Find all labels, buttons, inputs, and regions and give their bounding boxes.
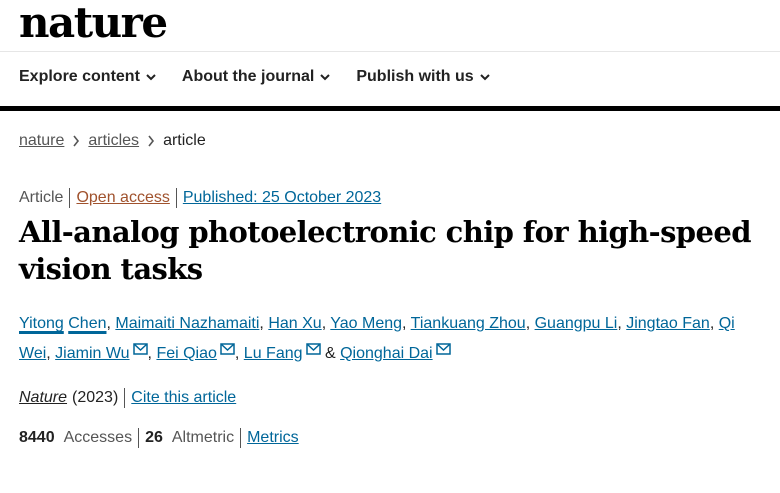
author-link[interactable]: Jingtao Fan bbox=[626, 315, 710, 332]
accesses-count: 8440 bbox=[19, 429, 55, 446]
altmetric-label: Altmetric bbox=[171, 429, 235, 446]
nav-item-label: About the journal bbox=[181, 68, 315, 85]
article-meta: Article Open access Published: 25 Octobe… bbox=[19, 188, 381, 208]
author-link[interactable]: Qionghai Dai bbox=[340, 345, 433, 362]
breadcrumb-current: article bbox=[163, 132, 206, 149]
metrics-link[interactable]: Metrics bbox=[247, 429, 299, 447]
main-nav: Explore content About the journal Publis… bbox=[19, 68, 490, 86]
nav-about-the-journal[interactable]: About the journal bbox=[181, 68, 331, 86]
author-link[interactable]: Yao Meng bbox=[330, 315, 402, 332]
author-list: Yitong Chen, Maimaiti Nazhamaiti, Han Xu… bbox=[19, 315, 735, 362]
author-link[interactable]: Maimaiti Nazhamaiti bbox=[115, 315, 259, 332]
nav-explore-content[interactable]: Explore content bbox=[19, 68, 156, 86]
meta-divider bbox=[240, 428, 242, 448]
meta-divider bbox=[138, 428, 140, 448]
open-access-link[interactable]: Open access bbox=[76, 189, 169, 207]
nav-item-label: Explore content bbox=[19, 68, 140, 85]
journal-year: (2023) bbox=[72, 389, 119, 406]
chevron-down-icon bbox=[320, 74, 331, 81]
journal-info: Nature (2023) Cite this article bbox=[19, 388, 236, 408]
nav-item-label: Publish with us bbox=[356, 68, 474, 85]
journal-name-link[interactable]: Nature bbox=[19, 389, 67, 407]
chevron-right-icon bbox=[148, 135, 155, 147]
author-link[interactable]: Han Xu bbox=[268, 315, 321, 332]
envelope-icon[interactable] bbox=[435, 343, 451, 355]
nature-logo[interactable]: nature bbox=[19, 0, 168, 46]
breadcrumb: nature articles article bbox=[19, 132, 206, 150]
article-metrics: 8440 Accesses 26 Altmetric Metrics bbox=[19, 428, 299, 448]
chevron-right-icon bbox=[73, 135, 80, 147]
altmetric-score: 26 bbox=[145, 429, 163, 446]
author-link[interactable]: Tiankuang Zhou bbox=[411, 315, 526, 332]
author-link[interactable]: Guangpu Li bbox=[535, 315, 618, 332]
nav-publish-with-us[interactable]: Publish with us bbox=[356, 68, 490, 86]
meta-divider bbox=[175, 188, 177, 208]
author-link[interactable]: Jiamin Wu bbox=[55, 345, 129, 362]
envelope-icon[interactable] bbox=[220, 343, 235, 355]
article-title: All-analog photoelectronic chip for high… bbox=[19, 215, 751, 286]
author-link[interactable]: Lu Fang bbox=[244, 345, 303, 362]
header-divider bbox=[0, 51, 780, 52]
article-type: Article bbox=[19, 189, 64, 206]
author-first-name[interactable]: Yitong bbox=[19, 315, 64, 332]
author-last-name[interactable]: Chen bbox=[68, 315, 106, 332]
envelope-icon[interactable] bbox=[132, 343, 148, 355]
meta-divider bbox=[69, 188, 71, 208]
authors-connector: & bbox=[324, 345, 336, 362]
cite-this-article-link[interactable]: Cite this article bbox=[131, 389, 236, 407]
envelope-icon[interactable] bbox=[305, 343, 321, 355]
breadcrumb-articles[interactable]: articles bbox=[88, 132, 139, 150]
breadcrumb-nature[interactable]: nature bbox=[19, 132, 64, 150]
author-link[interactable]: Fei Qiao bbox=[156, 345, 216, 362]
chevron-down-icon bbox=[146, 74, 156, 81]
chevron-down-icon bbox=[479, 74, 490, 81]
nav-bottom-bar bbox=[0, 106, 780, 111]
accesses-label: Accesses bbox=[63, 429, 133, 446]
meta-divider bbox=[124, 388, 126, 408]
published-date-link[interactable]: Published: 25 October 2023 bbox=[183, 189, 381, 207]
